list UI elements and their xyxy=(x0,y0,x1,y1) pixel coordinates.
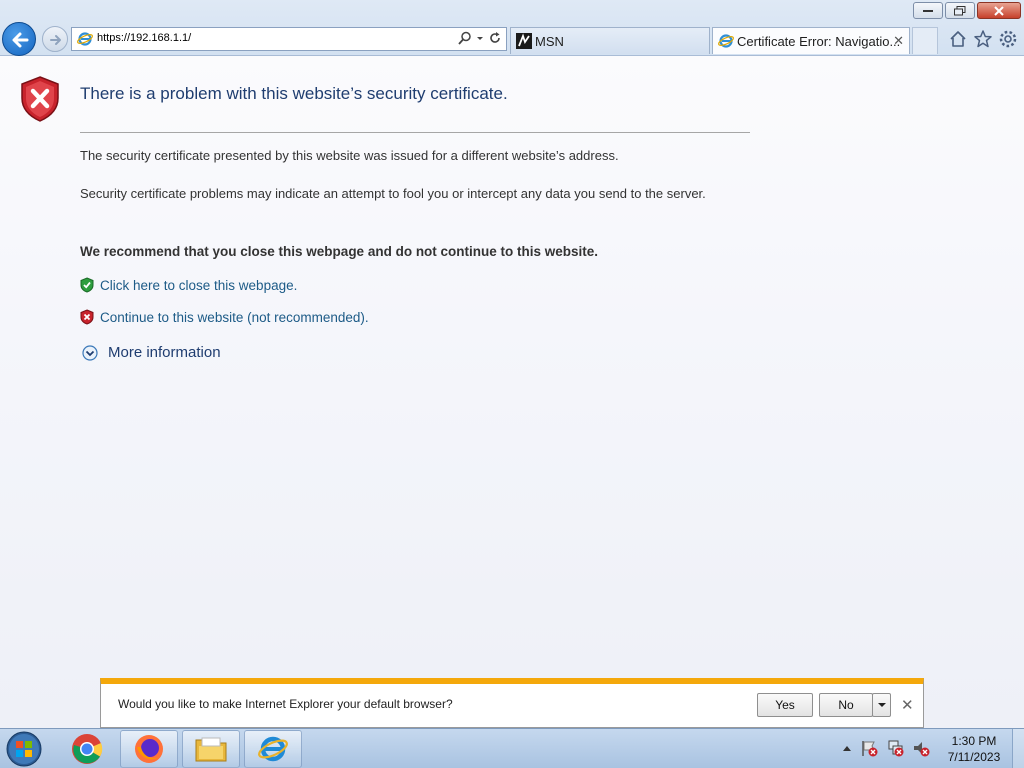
certificate-error-page: There is a problem with this website’s s… xyxy=(0,56,1024,728)
chrome-icon xyxy=(72,734,103,764)
search-icon[interactable] xyxy=(458,31,472,45)
network-icon[interactable] xyxy=(886,739,904,757)
start-button[interactable] xyxy=(4,730,44,768)
tab-msn[interactable]: MSN xyxy=(510,27,710,54)
system-tray xyxy=(842,739,930,757)
close-webpage-link-text[interactable]: Click here to close this webpage. xyxy=(100,278,297,293)
firefox-icon xyxy=(135,735,163,763)
tab-label: MSN xyxy=(535,34,564,49)
file-explorer-icon xyxy=(195,737,227,762)
divider xyxy=(80,132,750,133)
window-controls xyxy=(913,2,1021,19)
restore-button[interactable] xyxy=(945,2,975,19)
minimize-button[interactable] xyxy=(913,2,943,19)
favorites-star-icon[interactable] xyxy=(973,29,993,49)
security-warning: Security certificate problems may indica… xyxy=(80,186,706,201)
certificate-explanation: The security certificate presented by th… xyxy=(80,148,619,163)
notification-message: Would you like to make Internet Explorer… xyxy=(118,697,453,711)
continue-website-link[interactable]: Continue to this website (not recommende… xyxy=(80,307,369,327)
forward-arrow-icon xyxy=(50,35,61,45)
default-browser-notification: Would you like to make Internet Explorer… xyxy=(100,678,924,728)
clock-time: 1:30 PM xyxy=(951,734,997,748)
action-center-flag-icon[interactable] xyxy=(860,739,878,757)
green-shield-icon xyxy=(80,277,94,293)
clock-date: 7/11/2023 xyxy=(947,750,1001,764)
refresh-icon[interactable] xyxy=(488,31,502,45)
more-information-toggle[interactable]: More information xyxy=(82,344,221,361)
close-webpage-link[interactable]: Click here to close this webpage. xyxy=(80,275,297,295)
show-desktop-button[interactable] xyxy=(1012,729,1024,768)
yes-button[interactable]: Yes xyxy=(757,693,813,717)
chevron-down-icon[interactable] xyxy=(476,31,484,45)
gear-icon[interactable] xyxy=(998,29,1018,49)
forward-button[interactable] xyxy=(42,26,68,52)
ie-icon xyxy=(258,736,288,762)
address-url[interactable]: https://192.168.1.1/ xyxy=(97,32,191,44)
more-information-label[interactable]: More information xyxy=(108,344,221,361)
clock[interactable]: 1:30 PM 7/11/2023 xyxy=(938,733,1010,765)
close-notification-icon[interactable]: ✕ xyxy=(901,696,914,714)
page-title: There is a problem with this website’s s… xyxy=(80,84,508,103)
no-button[interactable]: No xyxy=(819,693,873,717)
home-icon[interactable] xyxy=(948,29,968,49)
taskbar-chrome[interactable] xyxy=(58,730,116,768)
address-tools xyxy=(458,31,502,45)
close-window-button[interactable] xyxy=(977,2,1021,19)
no-options-dropdown[interactable] xyxy=(872,693,891,717)
tab-certificate-error[interactable]: Certificate Error: Navigatio... ✕ xyxy=(712,27,910,54)
show-hidden-icons-icon[interactable] xyxy=(842,743,852,753)
taskbar-file-explorer[interactable] xyxy=(182,730,240,768)
taskbar-firefox[interactable] xyxy=(120,730,178,768)
tab-label: Certificate Error: Navigatio... xyxy=(737,34,901,49)
taskbar-internet-explorer[interactable] xyxy=(244,730,302,768)
expand-chevron-icon xyxy=(82,344,98,361)
msn-icon xyxy=(516,33,532,49)
browser-chrome: https://192.168.1.1/ MSN Certificate Err… xyxy=(0,0,1024,56)
continue-website-link-text[interactable]: Continue to this website (not recommende… xyxy=(100,310,369,325)
recommendation-text: We recommend that you close this webpage… xyxy=(80,244,599,259)
ie-icon xyxy=(77,32,93,46)
chevron-down-icon xyxy=(877,703,886,707)
volume-muted-icon[interactable] xyxy=(912,739,930,757)
ie-icon xyxy=(718,34,734,48)
back-arrow-icon xyxy=(12,32,29,48)
close-tab-icon[interactable]: ✕ xyxy=(893,33,904,49)
address-bar[interactable]: https://192.168.1.1/ xyxy=(71,27,507,51)
back-button[interactable] xyxy=(2,22,36,56)
error-shield-icon xyxy=(21,76,59,122)
taskbar: 1:30 PM 7/11/2023 xyxy=(0,728,1024,768)
red-shield-icon xyxy=(80,309,94,325)
new-tab-button[interactable] xyxy=(912,27,938,54)
